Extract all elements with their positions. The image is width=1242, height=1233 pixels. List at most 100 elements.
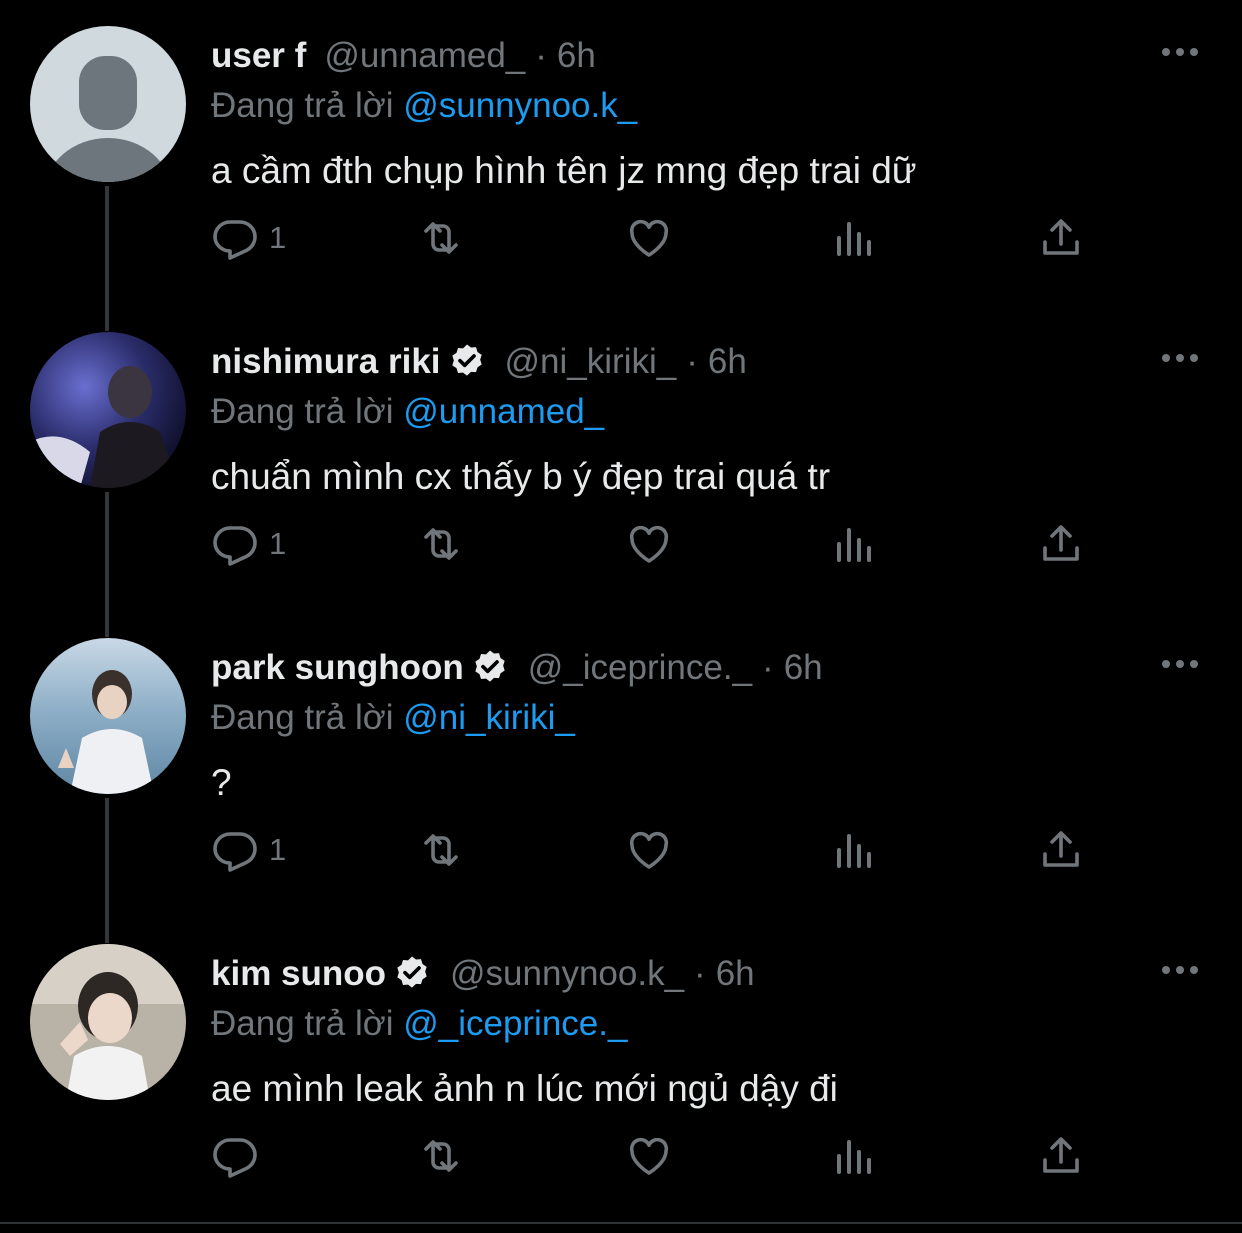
retweet-button[interactable] (417, 208, 465, 268)
replying-to-label: Đang trả lời (211, 86, 394, 125)
separator-dot: · (694, 954, 706, 993)
reply-icon (213, 1138, 257, 1178)
reply-icon (213, 832, 257, 872)
reply-button[interactable] (211, 1126, 269, 1186)
replying-to-label: Đang trả lời (211, 392, 394, 431)
tweet-text: a cầm đth chụp hình tên jz mng đẹp trai … (211, 150, 917, 191)
like-button[interactable] (625, 514, 673, 574)
retweet-button[interactable] (417, 1126, 465, 1186)
replying-to: Đang trả lời @ni_kiriki_ (211, 698, 575, 738)
action-bar (211, 1126, 1091, 1186)
mention-link[interactable]: @unnamed_ (403, 392, 604, 431)
share-button[interactable] (1037, 820, 1085, 880)
replying-to: Đang trả lời @unnamed_ (211, 392, 604, 432)
mention-link[interactable]: @sunnynoo.k_ (403, 86, 637, 125)
mention-link[interactable]: @ni_kiriki_ (403, 698, 575, 737)
action-bar: 1 (211, 820, 1091, 880)
tweet-header: kim sunoo @sunnynoo.k_ · 6h (211, 952, 755, 996)
views-icon (837, 528, 871, 562)
like-button[interactable] (625, 208, 673, 268)
views-button[interactable] (831, 820, 879, 880)
handle[interactable]: @ni_kiriki_ (505, 342, 677, 382)
reply-count: 1 (269, 832, 287, 867)
profile-photo (30, 944, 186, 1100)
like-icon (629, 219, 669, 257)
tweet-header: park sunghoon @_iceprince._ · 6h (211, 646, 823, 690)
reply-count: 1 (269, 220, 287, 255)
timestamp[interactable]: 6h (716, 954, 755, 994)
more-icon[interactable] (1158, 348, 1202, 368)
share-button[interactable] (1037, 514, 1085, 574)
display-name[interactable]: user f (211, 36, 306, 76)
profile-photo (30, 638, 186, 794)
action-bar: 1 (211, 208, 1091, 268)
mention-link[interactable]: @_iceprince._ (403, 1004, 627, 1043)
share-icon (1043, 219, 1079, 255)
more-icon[interactable] (1158, 960, 1202, 980)
reply-icon (213, 526, 257, 566)
tweet-text: ? (211, 762, 232, 803)
share-icon (1043, 525, 1079, 561)
avatar[interactable] (30, 332, 186, 488)
handle[interactable]: @_iceprince._ (528, 648, 752, 688)
profile-photo (30, 332, 186, 488)
replying-to: Đang trả lời @_iceprince._ (211, 1004, 627, 1044)
retweet-button[interactable] (417, 820, 465, 880)
reply-button[interactable]: 1 (211, 820, 286, 880)
tweet[interactable]: user f @unnamed_ · 6h Đang trả lời @sunn… (0, 0, 1242, 331)
tweet-header: user f @unnamed_ · 6h (211, 34, 596, 78)
views-button[interactable] (831, 1126, 879, 1186)
replying-to: Đang trả lời @sunnynoo.k_ (211, 86, 637, 126)
share-button[interactable] (1037, 208, 1085, 268)
display-name[interactable]: nishimura riki (211, 342, 441, 382)
views-button[interactable] (831, 514, 879, 574)
tweet[interactable]: nishimura riki @ni_kiriki_ · 6h Đang trả… (0, 306, 1242, 637)
verified-icon (451, 344, 482, 376)
more-icon[interactable] (1158, 654, 1202, 674)
reply-button[interactable]: 1 (211, 514, 286, 574)
like-icon (629, 1137, 669, 1175)
like-button[interactable] (625, 820, 673, 880)
avatar[interactable] (30, 944, 186, 1100)
timestamp[interactable]: 6h (557, 36, 596, 76)
retweet-icon (424, 834, 458, 866)
views-button[interactable] (831, 208, 879, 268)
display-name[interactable]: kim sunoo (211, 954, 386, 994)
like-icon (629, 525, 669, 563)
timestamp[interactable]: 6h (708, 342, 747, 382)
handle[interactable]: @sunnynoo.k_ (450, 954, 684, 994)
timestamp[interactable]: 6h (784, 648, 823, 688)
views-icon (837, 1140, 871, 1174)
share-button[interactable] (1037, 1126, 1085, 1186)
tweet[interactable]: kim sunoo @sunnynoo.k_ · 6h Đang trả lời… (0, 918, 1242, 1224)
tweet-text: chuẩn mình cx thấy b ý đẹp trai quá tr (211, 456, 831, 497)
verified-icon (397, 956, 427, 988)
views-icon (837, 222, 871, 256)
retweet-icon (424, 1140, 458, 1172)
separator-dot: · (762, 648, 774, 687)
retweet-icon (424, 222, 458, 254)
avatar[interactable] (30, 26, 186, 182)
more-icon[interactable] (1158, 42, 1202, 62)
tweet[interactable]: park sunghoon @_iceprince._ · 6h Đang tr… (0, 612, 1242, 943)
action-bar: 1 (211, 514, 1091, 574)
display-name[interactable]: park sunghoon (211, 648, 464, 688)
reply-count: 1 (269, 526, 287, 561)
verified-icon (475, 650, 505, 682)
separator-dot: · (535, 36, 547, 75)
like-button[interactable] (625, 1126, 673, 1186)
views-icon (837, 834, 871, 868)
handle[interactable]: @unnamed_ (324, 36, 525, 76)
separator-dot: · (686, 342, 698, 381)
share-icon (1043, 831, 1079, 867)
tweet-header: nishimura riki @ni_kiriki_ · 6h (211, 340, 747, 384)
replying-to-label: Đang trả lời (211, 1004, 394, 1043)
divider (0, 1222, 1242, 1224)
retweet-button[interactable] (417, 514, 465, 574)
like-icon (629, 831, 669, 869)
retweet-icon (424, 528, 458, 560)
share-icon (1043, 1137, 1079, 1173)
reply-button[interactable]: 1 (211, 208, 286, 268)
replying-to-label: Đang trả lời (211, 698, 394, 737)
avatar[interactable] (30, 638, 186, 794)
